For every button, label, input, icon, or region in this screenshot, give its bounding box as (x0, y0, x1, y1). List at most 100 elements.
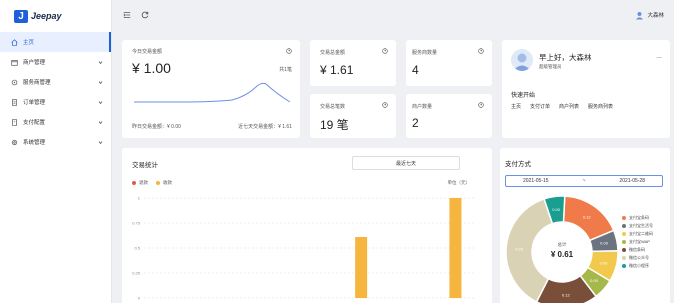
legend-refund-label: 退款 (139, 180, 148, 185)
pie-legend-label: 支付宝条码 (629, 215, 649, 220)
question-icon[interactable] (382, 102, 388, 108)
date-separator: ~ (582, 178, 586, 184)
date-end[interactable]: 2021-05-28 (619, 178, 645, 184)
total-count-card: 交易总笔数 19 笔 (310, 94, 396, 138)
provider-count-value: 4 (412, 63, 419, 77)
unit-label: 单位（元） (447, 180, 471, 185)
legend-swatch (622, 247, 626, 252)
provider-count-card: 服务商数量 4 (406, 40, 492, 86)
sidebar-item-merchant[interactable]: 商户管理 (0, 52, 111, 72)
chevron-down-icon (97, 99, 103, 105)
pie-slice-label: 0.12 (562, 292, 571, 297)
gear-icon (11, 139, 18, 146)
today-amount: ¥ 1.00 (132, 60, 171, 76)
legend-income-label: 收款 (163, 180, 172, 185)
y-tick-label: 1 (138, 196, 141, 201)
sidebar-item-label: 商户管理 (23, 60, 46, 66)
pay-method-card: 支付方式 2021-05-15 ~ 2021-05-28 0.12 0.00 0.0… (500, 148, 670, 303)
y-tick-label: 0 (138, 296, 141, 301)
pie-legend-item[interactable]: 支付宝条码 (622, 214, 653, 222)
question-icon[interactable] (382, 48, 388, 54)
provider-count-label: 服务商数量 (412, 50, 438, 56)
quick-link-orders[interactable]: 支付订单 (530, 103, 550, 110)
pie-slice-label: 0.00 (590, 278, 599, 283)
total-amount-label: 交易总金额 (320, 50, 346, 56)
pie-total-value: ¥ 0.61 (550, 250, 574, 259)
chevron-down-icon (97, 79, 103, 85)
greeting-text: 早上好， (539, 53, 569, 62)
sidebar-item-label: 系统管理 (23, 140, 46, 146)
week-amount: 近七天交易金额：¥ 1.61 (238, 124, 292, 130)
pie-slice-label: 0.00 (552, 207, 561, 212)
range-button[interactable]: 最近七天 (352, 156, 460, 170)
legend-swatch (622, 263, 626, 268)
user-menu[interactable]: 大森林 (635, 11, 664, 20)
sidebar-item-system[interactable]: 系统管理 (0, 132, 111, 152)
sidebar-item-label: 服务商管理 (23, 80, 51, 86)
pie-legend-label: 微信公众号 (629, 255, 649, 260)
pie-legend-item[interactable]: 微信条码 (622, 246, 653, 254)
pie-total: 总计 ¥ 0.61 (502, 242, 622, 259)
bar[interactable] (355, 237, 368, 298)
pie-legend-label: 支付宝生活号 (629, 223, 653, 228)
question-icon[interactable] (478, 48, 484, 54)
legend-swatch (622, 255, 626, 260)
pie-legend-label: 支付宝二维码 (629, 231, 653, 236)
date-range-picker[interactable]: 2021-05-15 ~ 2021-05-28 (505, 175, 663, 187)
sidebar-item-label: 主页 (23, 40, 35, 46)
question-icon[interactable] (286, 48, 292, 54)
logo[interactable]: J Jeepay (0, 0, 111, 32)
sidebar-item-home[interactable]: 主页 (0, 32, 111, 52)
refresh-icon[interactable] (140, 11, 149, 20)
pie-legend-item[interactable]: 支付宝二维码 (622, 230, 653, 238)
legend-refund: 退款 (132, 180, 148, 186)
pay-method-title: 支付方式 (505, 161, 531, 168)
order-icon (11, 98, 18, 106)
merchant-count-card: 商户数量 2 (406, 94, 492, 138)
chart-legend: 退款 收款 (132, 180, 172, 186)
quick-link-providers[interactable]: 服务商列表 (588, 103, 613, 110)
quick-link-merchants[interactable]: 商户列表 (559, 103, 579, 110)
menu-fold-icon[interactable] (122, 11, 131, 20)
pie-slice-label: 0.06 (600, 261, 609, 266)
chevron-down-icon (97, 139, 103, 145)
total-count-value: 19 笔 (320, 118, 349, 132)
username: 大森林 (647, 13, 664, 19)
sidebar: J Jeepay 主页 商户管理 服务商管理 订单管理 支付配置 系统管理 (0, 0, 112, 303)
sidebar-item-label: 订单管理 (23, 100, 46, 106)
quick-link-home[interactable]: 主页 (511, 103, 521, 110)
avatar (511, 49, 533, 71)
welcome-card: 早上好，大森林 超级管理员 ... 快速开始 主页 支付订单 商户列表 服务商列… (502, 40, 670, 138)
today-count: 共1笔 (279, 67, 292, 73)
quick-links: 主页 支付订单 商户列表 服务商列表 (511, 103, 613, 110)
question-icon[interactable] (478, 102, 484, 108)
legend-income: 收款 (156, 180, 172, 186)
pie-legend-label: 微信小程序 (629, 263, 649, 268)
yesterday-amount: 昨日交易金额：¥ 0.00 (132, 124, 181, 130)
more-icon[interactable]: ... (656, 53, 662, 60)
pie-legend-item[interactable]: 支付宝WAP (622, 238, 653, 246)
total-amount-value: ¥ 1.61 (320, 63, 354, 77)
quick-start-title: 快速开始 (511, 93, 536, 99)
legend-swatch (156, 180, 160, 185)
logo-mark: J (14, 9, 28, 23)
avatar (635, 11, 644, 20)
pie-legend-label: 支付宝WAP (629, 239, 650, 244)
trade-stats-title: 交易统计 (132, 162, 158, 169)
pie-legend: 支付宝条码支付宝生活号 支付宝二维码 支付宝WAP 微信条码微信公众号微信小程序 (622, 214, 653, 270)
bar[interactable] (449, 198, 462, 298)
provider-icon (11, 79, 18, 86)
sidebar-item-payconfig[interactable]: 支付配置 (0, 112, 111, 132)
merchant-icon (11, 59, 18, 66)
pie-legend-label: 微信条码 (629, 247, 645, 252)
y-tick-label: 0.25 (132, 271, 141, 276)
logo-text: Jeepay (31, 11, 62, 21)
pie-legend-item[interactable]: 微信小程序 (622, 262, 653, 270)
chevron-down-icon (97, 119, 103, 125)
pie-legend-item[interactable]: 微信公众号 (622, 254, 653, 262)
greeting-name: 大森林 (569, 53, 592, 62)
date-start[interactable]: 2021-05-15 (523, 178, 549, 184)
sidebar-item-provider[interactable]: 服务商管理 (0, 72, 111, 92)
sidebar-item-order[interactable]: 订单管理 (0, 92, 111, 112)
pie-legend-item[interactable]: 支付宝生活号 (622, 222, 653, 230)
